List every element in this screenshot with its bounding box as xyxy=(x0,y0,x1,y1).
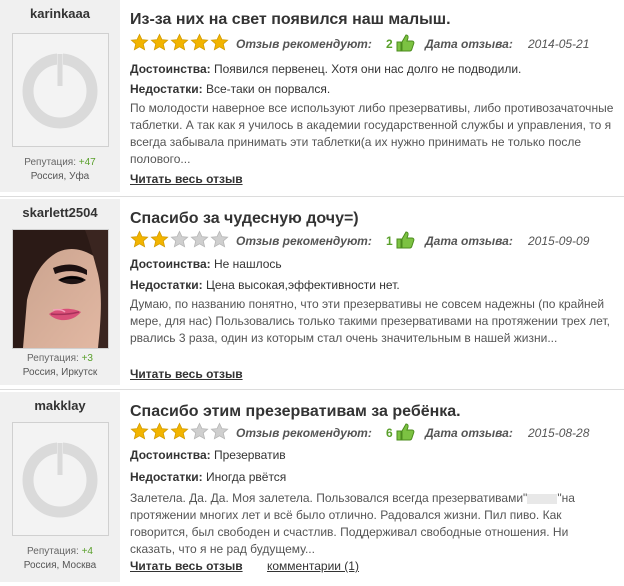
review-divider xyxy=(0,389,624,390)
reputation-label: Репутация: xyxy=(27,546,79,557)
star-empty-icon xyxy=(210,422,229,440)
author-avatar[interactable] xyxy=(12,422,109,536)
read-full-review-link[interactable]: Читать весь отзыв xyxy=(130,367,243,381)
author-sidebar: karinkaaa Репутация: +47 Россия, Уфа xyxy=(0,0,120,192)
review-date: 2015-09-09 xyxy=(528,234,590,248)
read-full-review-link[interactable]: Читать весь отзыв xyxy=(130,172,243,186)
star-empty-icon xyxy=(190,422,209,440)
review-excerpt: Думаю, по названию понятно, что эти през… xyxy=(130,297,610,345)
recommend-count: 6 xyxy=(386,426,393,440)
recommend-label: Отзыв рекомендуют: xyxy=(236,234,372,248)
date-label: Дата отзыва: xyxy=(425,234,513,248)
star-rating xyxy=(130,230,230,249)
author-sidebar: makklay Репутация: +4 Россия, Москва xyxy=(0,392,120,582)
author-location: Россия, Иркутск xyxy=(22,367,98,378)
author-username[interactable]: karinkaaa xyxy=(0,6,120,21)
review-pros: Достоинства: Презерватив xyxy=(130,448,286,462)
pros-label: Достоинства: xyxy=(130,448,211,462)
author-location: Россия, Москва xyxy=(23,560,97,571)
star-filled-icon xyxy=(170,33,189,51)
review-card: makklay Репутация: +4 Россия, Москва Спа… xyxy=(0,392,624,586)
pros-text: Не нашлось xyxy=(214,257,282,271)
recommend-count: 1 xyxy=(386,234,393,248)
star-filled-icon xyxy=(210,33,229,51)
cons-text: Все-таки он порвался. xyxy=(205,82,331,96)
thumbs-up-icon[interactable] xyxy=(395,422,415,447)
thumbs-up-icon[interactable] xyxy=(395,230,415,255)
recommend-label: Отзыв рекомендуют: xyxy=(236,426,372,440)
author-reputation: Репутация: +47 xyxy=(0,157,120,168)
recommend-count: 2 xyxy=(386,37,393,51)
review-title[interactable]: Спасибо за чудесную дочу=) xyxy=(130,210,359,228)
review-meta: Отзыв рекомендуют: 2 Дата отзыва: 2014-0… xyxy=(130,33,618,55)
pros-label: Достоинства: xyxy=(130,257,211,271)
star-rating xyxy=(130,422,230,441)
star-filled-icon xyxy=(150,230,169,248)
reputation-value: +47 xyxy=(78,157,96,168)
default-avatar-icon xyxy=(13,423,108,535)
review-title[interactable]: Из-за них на свет появился наш малыш. xyxy=(130,11,451,29)
reputation-value: +3 xyxy=(81,353,93,364)
cons-label: Недостатки: xyxy=(130,470,203,484)
pros-text: Появился первенец. Хотя они нас долго не… xyxy=(214,62,522,76)
author-reputation: Репутация: +3 xyxy=(0,353,120,364)
review-cons: Недостатки: Иногда рвётся xyxy=(130,470,286,484)
date-label: Дата отзыва: xyxy=(425,426,513,440)
author-reputation: Репутация: +4 xyxy=(0,546,120,557)
review-title[interactable]: Спасибо этим презервативам за ребёнка. xyxy=(130,403,461,421)
author-avatar[interactable] xyxy=(12,33,109,147)
star-filled-icon xyxy=(130,230,149,248)
author-sidebar: skarlett2504 Репутация: +3 Россия, Иркут… xyxy=(0,199,120,385)
star-filled-icon xyxy=(170,422,189,440)
review-divider xyxy=(0,196,624,197)
pros-text: Презерватив xyxy=(214,448,286,462)
review-pros: Достоинства: Появился первенец. Хотя они… xyxy=(130,62,521,76)
star-filled-icon xyxy=(130,422,149,440)
star-filled-icon xyxy=(130,33,149,51)
thumbs-up-icon[interactable] xyxy=(395,33,415,58)
star-rating xyxy=(130,33,230,52)
reputation-label: Репутация: xyxy=(27,353,79,364)
star-filled-icon xyxy=(150,33,169,51)
read-full-review-link[interactable]: Читать весь отзыв xyxy=(130,559,243,573)
star-empty-icon xyxy=(190,230,209,248)
recommend-label: Отзыв рекомендуют: xyxy=(236,37,372,51)
date-label: Дата отзыва: xyxy=(425,37,513,51)
star-empty-icon xyxy=(210,230,229,248)
review-date: 2015-08-28 xyxy=(528,426,590,440)
review-date: 2014-05-21 xyxy=(528,37,590,51)
cons-text: Иногда рвётся xyxy=(205,470,287,484)
cons-text: Цена высокая,эффективности нет. xyxy=(205,278,400,292)
review-cons: Недостатки: Все-таки он порвался. xyxy=(130,82,330,96)
reputation-label: Репутация: xyxy=(24,157,76,168)
review-card: karinkaaa Репутация: +47 Россия, Уфа Из-… xyxy=(0,0,624,196)
author-location: Россия, Уфа xyxy=(30,171,90,182)
review-excerpt: По молодости наверное все используют либ… xyxy=(130,101,614,166)
review-meta: Отзыв рекомендуют: 6 Дата отзыва: 2015-0… xyxy=(130,422,618,444)
author-username[interactable]: skarlett2504 xyxy=(0,205,120,220)
excerpt-part-1: Залетела. Да. Да. Моя залетела. Пользова… xyxy=(130,491,528,505)
review-meta: Отзыв рекомендуют: 1 Дата отзыва: 2015-0… xyxy=(130,230,618,252)
default-avatar-icon xyxy=(13,34,108,146)
star-filled-icon xyxy=(190,33,209,51)
star-empty-icon xyxy=(170,230,189,248)
cons-label: Недостатки: xyxy=(130,82,203,96)
pros-label: Достоинства: xyxy=(130,62,211,76)
reputation-value: +4 xyxy=(81,546,93,557)
redacted-brand xyxy=(527,493,558,504)
author-avatar[interactable] xyxy=(12,229,109,349)
review-pros: Достоинства: Не нашлось xyxy=(130,257,282,271)
woman-portrait-avatar xyxy=(13,230,108,348)
review-excerpt: Залетела. Да. Да. Моя залетела. Пользова… xyxy=(130,490,614,558)
cons-label: Недостатки: xyxy=(130,278,203,292)
review-card: skarlett2504 Репутация: +3 Россия, Иркут… xyxy=(0,199,624,389)
review-cons: Недостатки: Цена высокая,эффективности н… xyxy=(130,278,400,292)
comments-link[interactable]: комментарии (1) xyxy=(267,559,359,573)
star-filled-icon xyxy=(150,422,169,440)
author-username[interactable]: makklay xyxy=(0,398,120,413)
